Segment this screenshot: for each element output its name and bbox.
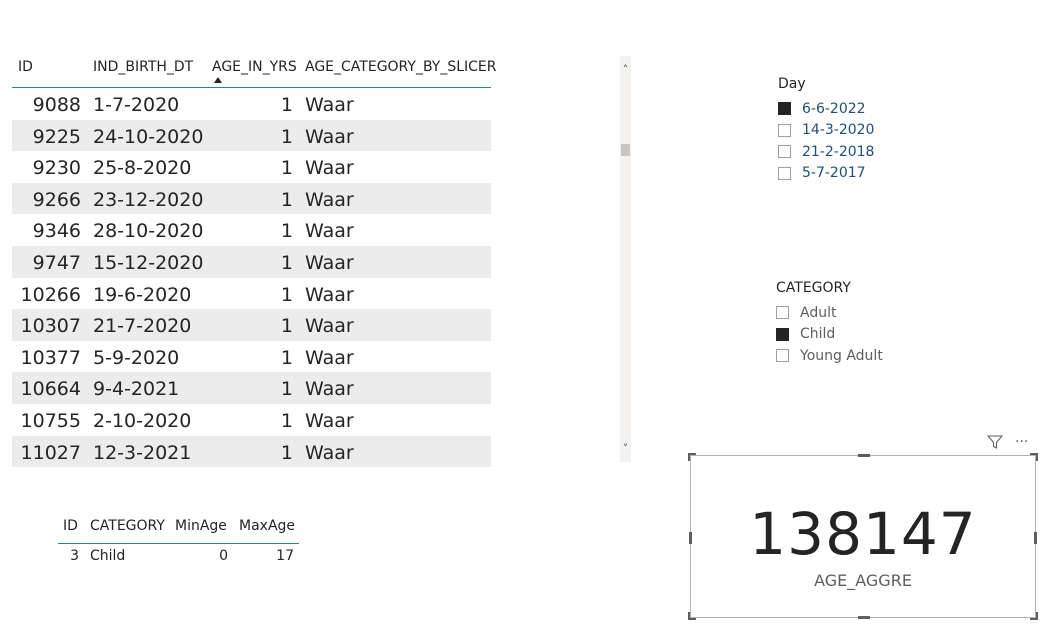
table-row[interactable]: 10377 5-9-2020 1 Waar	[12, 341, 491, 373]
cell-age-in-yrs: 1	[280, 409, 293, 432]
checkbox[interactable]	[778, 123, 791, 137]
table-row[interactable]: 9747 15-12-2020 1 Waar	[12, 245, 491, 278]
cell-age-in-yrs: 1	[280, 188, 293, 211]
table-row[interactable]: 10307 21-7-2020 1 Waar	[12, 309, 491, 341]
slicer-item[interactable]: 6-6-2022	[778, 98, 874, 120]
slicer-title: CATEGORY	[776, 280, 851, 296]
chevron-up-icon[interactable]: ˄	[620, 64, 631, 75]
slicer-item[interactable]: 5-7-2017	[778, 163, 874, 185]
slicer-item-label: 6-6-2022	[802, 100, 866, 117]
cell-age-category: Waar	[305, 251, 354, 274]
checkbox[interactable]	[778, 166, 791, 180]
main-table-body: 9088 1-7-2020 1 Waar 9225 24-10-2020 1 Waar 9230…	[12, 88, 491, 468]
cell-age-category: Waar	[305, 346, 354, 369]
scrollbar-thumb[interactable]	[621, 144, 630, 156]
cell-age-in-yrs: 1	[280, 220, 293, 243]
filter-icon[interactable]	[987, 434, 1003, 450]
slicer-item-label: 21-2-2018	[802, 143, 875, 160]
cell-age-in-yrs: 1	[280, 346, 293, 369]
cell-age-in-yrs: 1	[280, 251, 293, 274]
cell-age-category: Waar	[305, 409, 354, 432]
slicer-items: 6-6-2022 14-3-2020 21-2-2018 5-7-2017	[778, 98, 874, 184]
cell-age-in-yrs: 1	[280, 441, 293, 464]
cell-age-in-yrs: 1	[280, 125, 293, 148]
cell-age-category: Waar	[305, 220, 354, 243]
resize-handle[interactable]	[858, 454, 870, 457]
table-row[interactable]: 9346 28-10-2020 1 Waar	[12, 214, 491, 246]
slicer-item[interactable]: 21-2-2018	[778, 141, 874, 163]
resize-handle[interactable]	[1034, 532, 1037, 544]
cell-maxage: 17	[276, 548, 294, 564]
table-row[interactable]: 9225 24-10-2020 1 Waar	[12, 119, 491, 152]
more-options-icon[interactable]: ···	[1015, 433, 1028, 451]
chevron-down-icon[interactable]: ˅	[620, 443, 631, 454]
main-table-header: ID IND_BIRTH_DT AGE_IN_YRS AGE_CATEGORY_…	[12, 55, 497, 88]
cell-age-in-yrs: 1	[280, 378, 293, 401]
table-row[interactable]: 9230 25-8-2020 1 Waar	[12, 151, 491, 183]
checkbox[interactable]	[776, 349, 789, 363]
cell-age-in-yrs: 1	[280, 157, 293, 180]
col-header-age-category[interactable]: AGE_CATEGORY_BY_SLICER	[305, 59, 497, 75]
table-scrollbar[interactable]: ˄ ˅	[620, 56, 631, 462]
cell-age-category: Waar	[305, 283, 354, 306]
col-header-id[interactable]: ID	[63, 518, 78, 534]
slicer-title: Day	[778, 76, 806, 92]
checkbox-checked[interactable]	[778, 102, 791, 116]
category-table-header: ID CATEGORY MinAge MaxAge	[58, 516, 299, 544]
col-header-id[interactable]: ID	[18, 59, 33, 75]
card-header-icons: ···	[987, 433, 1037, 451]
table-row[interactable]: 9088 1-7-2020 1 Waar	[12, 88, 491, 120]
col-header-age-in-yrs[interactable]: AGE_IN_YRS	[212, 59, 297, 75]
checkbox[interactable]	[778, 145, 791, 159]
cell-age-in-yrs: 1	[280, 94, 293, 116]
cell-age-category: Waar	[305, 94, 354, 116]
slicer-items: Adult Child Young Adult	[776, 302, 883, 367]
col-header-birth-dt[interactable]: IND_BIRTH_DT	[93, 59, 193, 75]
cell-age-category: Waar	[305, 157, 354, 180]
table-row[interactable]: 10755 2-10-2020 1 Waar	[12, 404, 491, 436]
slicer-item-label: Adult	[800, 304, 837, 321]
cell-age-category: Waar	[305, 441, 354, 464]
col-header-category[interactable]: CATEGORY	[90, 518, 165, 534]
cell-age-category: Waar	[305, 125, 354, 148]
table-row[interactable]: 10266 19-6-2020 1 Waar	[12, 278, 491, 310]
main-table: ID IND_BIRTH_DT AGE_IN_YRS AGE_CATEGORY_…	[12, 55, 497, 468]
cell-age-in-yrs: 1	[280, 283, 293, 306]
table-row: 3 Child 0 17	[58, 544, 299, 568]
slicer-item[interactable]: Young Adult	[776, 345, 883, 367]
table-row[interactable]: 10664 9-4-2021 1 Waar	[12, 372, 491, 404]
kpi-card[interactable]: 138147 AGE_AGGRE	[688, 453, 1038, 620]
category-table: ID CATEGORY MinAge MaxAge 3 Child 0 17	[58, 516, 299, 568]
col-header-maxage[interactable]: MaxAge	[239, 518, 295, 534]
table-row[interactable]: 9266 23-12-2020 1 Waar	[12, 182, 491, 215]
card-label: AGE_AGGRE	[814, 571, 912, 590]
cell-age-category: Waar	[305, 378, 354, 401]
slicer-item[interactable]: 14-3-2020	[778, 120, 874, 142]
cell-age-category: Waar	[305, 188, 354, 211]
checkbox[interactable]	[776, 306, 789, 320]
resize-handle[interactable]	[858, 616, 870, 619]
checkbox-checked[interactable]	[776, 327, 789, 341]
resize-handle[interactable]	[1030, 612, 1038, 620]
slicer-item[interactable]: Adult	[776, 302, 883, 324]
card-value: 138147	[749, 500, 977, 568]
cell-age-in-yrs: 1	[280, 315, 293, 338]
resize-handle[interactable]	[688, 453, 696, 461]
cell-age-category: Waar	[305, 315, 354, 338]
col-header-minage[interactable]: MinAge	[175, 518, 227, 534]
resize-handle[interactable]	[1030, 453, 1038, 461]
resize-handle[interactable]	[688, 612, 696, 620]
day-slicer: Day 6-6-2022 14-3-2020 21-2-2018 5-7-2017	[778, 76, 874, 184]
table-row[interactable]: 11027 12-3-2021 1 Waar	[12, 435, 491, 468]
slicer-item-label: 14-3-2020	[802, 122, 875, 139]
category-slicer: CATEGORY Adult Child Young Adult	[776, 280, 883, 367]
resize-handle[interactable]	[689, 532, 692, 544]
slicer-item[interactable]: Child	[776, 324, 883, 346]
slicer-item-label: Child	[800, 326, 836, 343]
sort-ascending-icon	[214, 77, 222, 83]
slicer-item-label: 5-7-2017	[802, 165, 866, 182]
slicer-item-label: Young Adult	[800, 347, 883, 364]
